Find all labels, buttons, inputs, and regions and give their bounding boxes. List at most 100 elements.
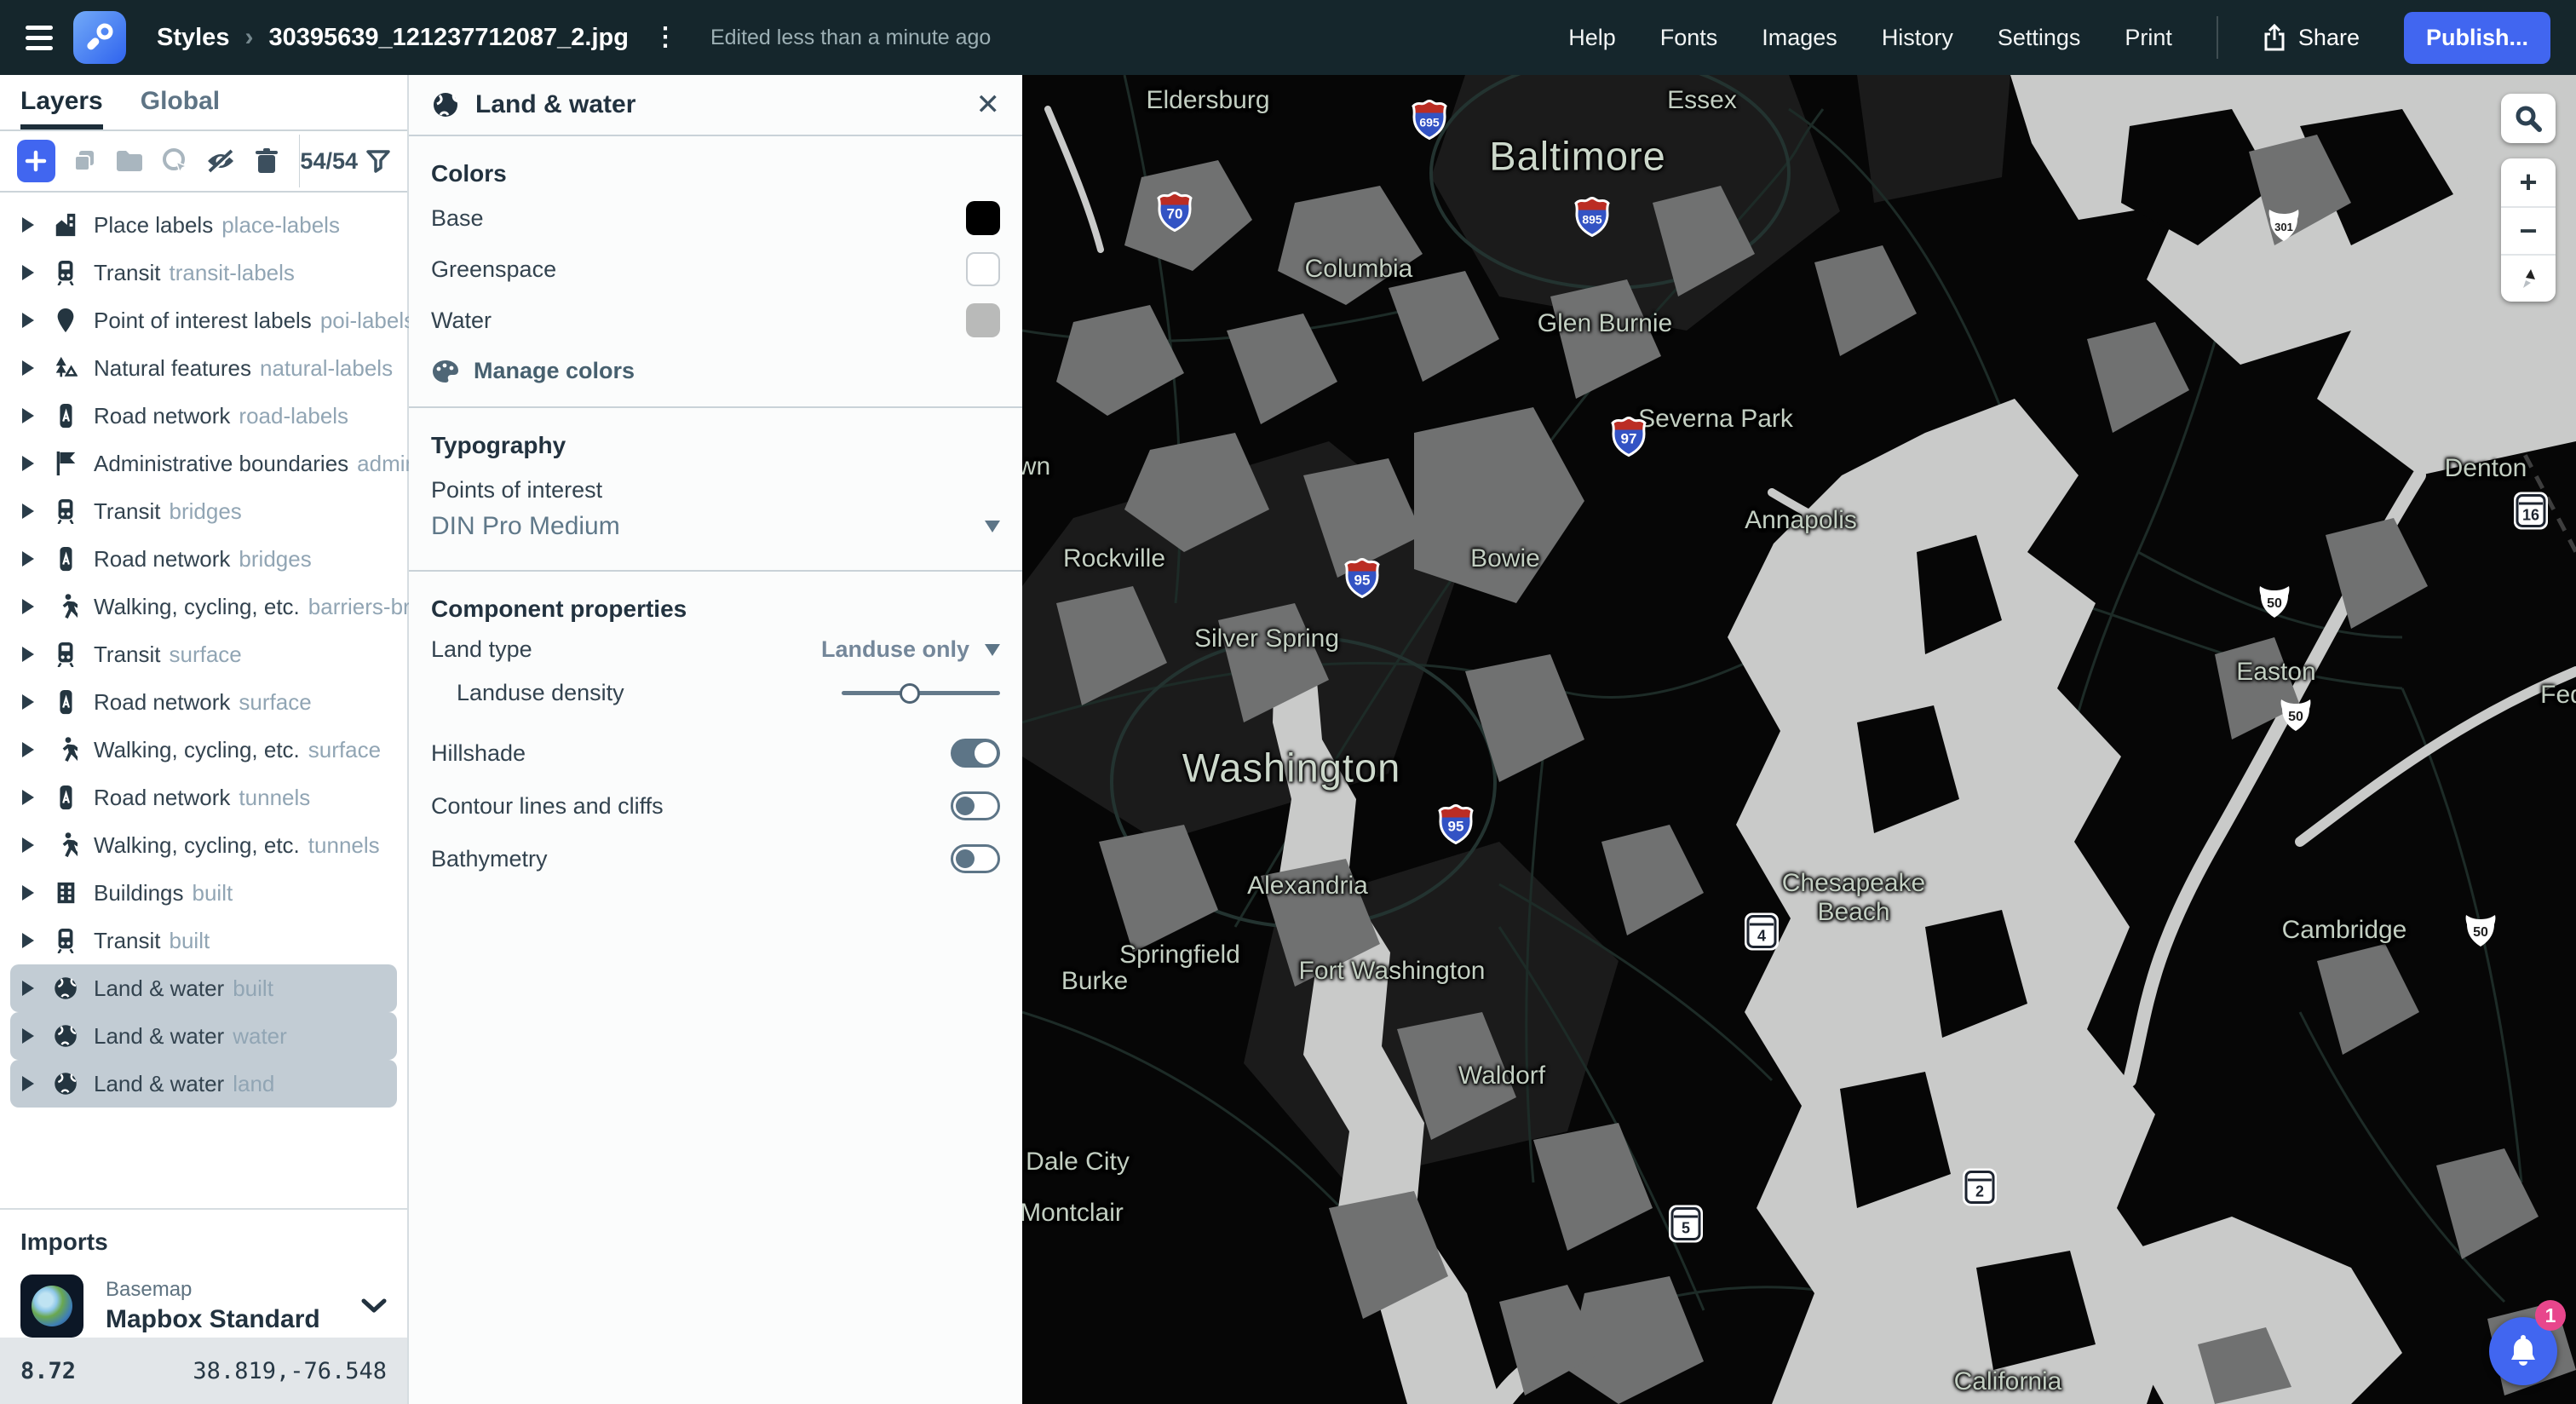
- expand-caret-icon[interactable]: [22, 313, 34, 328]
- slider-knob[interactable]: [900, 683, 920, 704]
- wrench-icon: [83, 20, 117, 55]
- select-on-map-icon[interactable]: [158, 142, 193, 180]
- layer-row[interactable]: Transittransit-labels: [10, 249, 397, 296]
- expand-caret-icon[interactable]: [22, 265, 34, 280]
- expand-caret-icon[interactable]: [22, 694, 34, 710]
- map-city-label: Baltimore: [1489, 133, 1666, 180]
- delete-layer-trash-icon[interactable]: [250, 142, 284, 180]
- menu-icon[interactable]: [0, 0, 51, 75]
- color-swatch[interactable]: [966, 303, 1000, 337]
- topnav-item-print[interactable]: Print: [2125, 25, 2172, 51]
- manage-colors-label: Manage colors: [474, 358, 635, 384]
- hide-layer-eye-slash-icon[interactable]: [204, 142, 239, 180]
- font-select[interactable]: DIN Pro Medium: [409, 507, 1022, 570]
- globe-icon: [53, 1023, 78, 1049]
- expand-caret-icon[interactable]: [22, 360, 34, 376]
- toggle-label: Hillshade: [431, 740, 526, 767]
- layer-row[interactable]: Land & waterwater: [10, 1012, 397, 1060]
- style-options-kebab-icon[interactable]: ⋮: [653, 31, 678, 45]
- layer-row[interactable]: Buildingsbuilt: [10, 869, 397, 917]
- map-search-button[interactable]: [2501, 94, 2556, 143]
- expand-caret-icon[interactable]: [22, 599, 34, 614]
- topnav-item-images[interactable]: Images: [1762, 25, 1837, 51]
- topnav-item-fonts[interactable]: Fonts: [1660, 25, 1718, 51]
- layer-id: built: [233, 975, 273, 1002]
- tab-global[interactable]: Global: [141, 87, 220, 129]
- zoom-in-button[interactable]: +: [2501, 158, 2556, 206]
- expand-caret-icon[interactable]: [22, 1076, 34, 1091]
- layer-row[interactable]: Walking, cycling, etc.tunnels: [10, 821, 397, 869]
- pin-icon: [53, 308, 78, 333]
- add-layer-button[interactable]: [17, 140, 55, 182]
- expand-caret-icon[interactable]: [22, 647, 34, 662]
- color-swatch[interactable]: [966, 201, 1000, 235]
- expand-caret-icon[interactable]: [22, 1028, 34, 1044]
- layer-row[interactable]: Transitbuilt: [10, 917, 397, 964]
- toggle-switch[interactable]: [951, 739, 1000, 768]
- expand-caret-icon[interactable]: [22, 217, 34, 233]
- share-button[interactable]: Share: [2263, 24, 2360, 51]
- toggle-label: Bathymetry: [431, 846, 548, 872]
- landuse-density-slider[interactable]: [842, 691, 1000, 695]
- topnav-item-history[interactable]: History: [1882, 25, 1953, 51]
- layer-row[interactable]: Road networkroad-labels: [10, 392, 397, 440]
- layer-row[interactable]: Transitbridges: [10, 487, 397, 535]
- land-type-value: Landuse only: [821, 636, 969, 663]
- zoom-out-button[interactable]: −: [2501, 206, 2556, 254]
- layer-row[interactable]: Land & waterbuilt: [10, 964, 397, 1012]
- compass-button[interactable]: [2501, 254, 2556, 302]
- map-canvas[interactable]: EldersburgEssexBaltimoreColumbiaGlen Bur…: [1022, 75, 2576, 1404]
- train-icon: [53, 928, 78, 953]
- basemap-import-row[interactable]: Basemap Mapbox Standard: [20, 1275, 387, 1338]
- expand-caret-icon[interactable]: [22, 790, 34, 805]
- layer-row[interactable]: Road networkbridges: [10, 535, 397, 583]
- layer-id: land: [233, 1071, 274, 1097]
- layer-row[interactable]: Place labelsplace-labels: [10, 201, 397, 249]
- layer-row[interactable]: Point of interest labelspoi-labels: [10, 296, 397, 344]
- map-city-label: Columbia: [1305, 255, 1413, 284]
- layer-row[interactable]: Administrative boundariesadmin: [10, 440, 397, 487]
- layer-row[interactable]: Transitsurface: [10, 630, 397, 678]
- layer-row[interactable]: Natural featuresnatural-labels: [10, 344, 397, 392]
- layer-row[interactable]: Walking, cycling, etc.surface: [10, 726, 397, 774]
- breadcrumb-styles-link[interactable]: Styles: [157, 24, 229, 52]
- layer-row[interactable]: Road networksurface: [10, 678, 397, 726]
- toggle-switch[interactable]: [951, 791, 1000, 820]
- expand-caret-icon[interactable]: [22, 837, 34, 853]
- expand-caret-icon[interactable]: [22, 503, 34, 519]
- map-city-label: Montclair: [1022, 1199, 1124, 1228]
- chevron-down-icon[interactable]: [361, 1298, 387, 1314]
- state-route-shield-icon: 2: [1961, 1167, 1998, 1212]
- land-type-select[interactable]: Landuse only: [821, 636, 1000, 663]
- tab-layers[interactable]: Layers: [20, 87, 103, 129]
- svg-text:70: 70: [1167, 206, 1183, 222]
- mapbox-studio-logo[interactable]: [73, 11, 126, 64]
- expand-caret-icon[interactable]: [22, 456, 34, 471]
- expand-caret-icon[interactable]: [22, 933, 34, 948]
- topnav-item-settings[interactable]: Settings: [1998, 25, 2081, 51]
- expand-caret-icon[interactable]: [22, 981, 34, 996]
- color-label: Water: [431, 308, 492, 334]
- manage-colors-button[interactable]: Manage colors: [409, 346, 1022, 406]
- group-layers-folder-icon[interactable]: [112, 142, 147, 180]
- layer-name: Walking, cycling, etc.: [94, 832, 300, 859]
- duplicate-layer-icon[interactable]: [67, 142, 101, 180]
- expand-caret-icon[interactable]: [22, 742, 34, 757]
- toggle-switch[interactable]: [951, 844, 1000, 873]
- layer-counter: 54/54: [300, 148, 358, 175]
- expand-caret-icon[interactable]: [22, 408, 34, 423]
- zoom-level-value: 8.72: [20, 1358, 76, 1384]
- filter-funnel-icon[interactable]: [366, 149, 390, 173]
- layer-row[interactable]: Road networktunnels: [10, 774, 397, 821]
- layer-row[interactable]: Land & waterland: [10, 1060, 397, 1108]
- close-icon[interactable]: ✕: [976, 90, 1001, 119]
- search-icon: [2514, 104, 2543, 133]
- layer-name: Road network: [94, 785, 230, 811]
- trees-icon: [53, 355, 78, 381]
- topnav-item-help[interactable]: Help: [1568, 25, 1616, 51]
- expand-caret-icon[interactable]: [22, 885, 34, 901]
- expand-caret-icon[interactable]: [22, 551, 34, 567]
- layer-row[interactable]: Walking, cycling, etc.barriers-bridges: [10, 583, 397, 630]
- publish-button[interactable]: Publish...: [2404, 12, 2550, 64]
- color-swatch[interactable]: [966, 252, 1000, 286]
